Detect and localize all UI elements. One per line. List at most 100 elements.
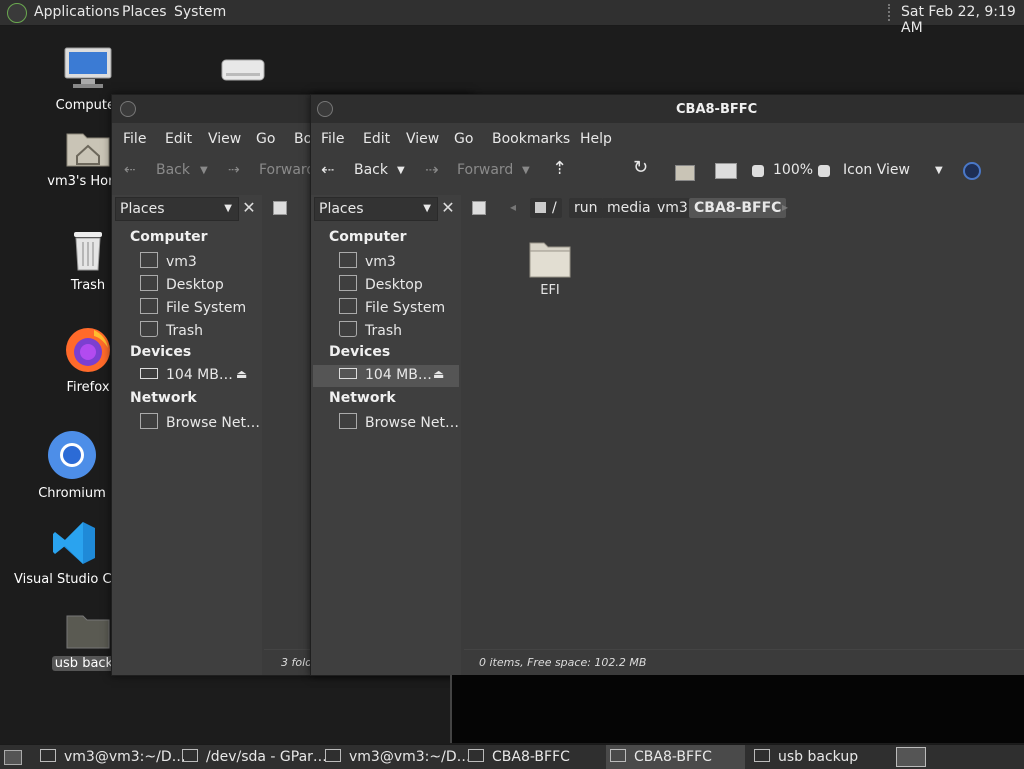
close-sidebar-button[interactable]: ✕ xyxy=(240,198,258,218)
close-sidebar-button[interactable]: ✕ xyxy=(439,198,457,218)
home-icon[interactable] xyxy=(675,165,695,181)
path-vm3[interactable]: vm3 xyxy=(652,198,693,218)
desktop-icon-chromium[interactable]: Chromium xyxy=(24,430,120,501)
vscode-icon xyxy=(53,522,95,564)
back-button[interactable]: Back xyxy=(156,162,190,178)
back-arrow-icon: ⇠ xyxy=(321,160,335,179)
sidebar-item-desktop[interactable]: Desktop xyxy=(339,275,423,293)
back-button[interactable]: Back xyxy=(354,162,388,178)
sidebar-item-device[interactable]: 104 MB… xyxy=(339,367,432,383)
section-network: Network xyxy=(329,390,396,406)
path-current[interactable]: CBA8-BFFC xyxy=(689,198,787,218)
path-run[interactable]: run xyxy=(569,198,603,218)
path-root[interactable]: / xyxy=(530,198,562,218)
zoom-out-icon[interactable] xyxy=(752,165,764,177)
folder-icon xyxy=(529,242,571,278)
sidebar-item-network[interactable]: Browse Net… xyxy=(140,413,260,431)
sidebar-item-label: Browse Net… xyxy=(365,415,460,431)
sidebar-item-filesystem[interactable]: File System xyxy=(339,298,445,316)
forward-history-dropdown-icon[interactable]: ▼ xyxy=(522,165,530,176)
sidebar-item-network[interactable]: Browse Net… xyxy=(339,413,459,431)
folder-icon xyxy=(610,749,626,762)
sidebar-item-desktop[interactable]: Desktop xyxy=(140,275,224,293)
content-pane xyxy=(265,195,305,649)
drive-icon xyxy=(339,368,357,379)
menu-edit[interactable]: Edit xyxy=(363,131,390,147)
workspace-switcher[interactable] xyxy=(896,747,926,767)
sidebar-item-trash[interactable]: Trash xyxy=(140,321,203,339)
sidebar-item-label: Trash xyxy=(166,323,203,339)
taskbar-item[interactable]: CBA8-BFFC xyxy=(464,745,603,769)
bottom-panel: vm3@vm3:~/D… /dev/sda - GPar… vm3@vm3:~/… xyxy=(0,744,1024,769)
menu-edit[interactable]: Edit xyxy=(165,131,192,147)
menu-help[interactable]: Help xyxy=(580,131,612,147)
sidebar-item-trash[interactable]: Trash xyxy=(339,321,402,339)
back-history-dropdown-icon[interactable]: ▼ xyxy=(397,165,405,176)
sidebar-item-label: 104 MB… xyxy=(365,367,432,383)
menu-view[interactable]: View xyxy=(208,131,241,147)
desktop-icon-label: Chromium xyxy=(38,486,106,501)
places-combo[interactable]: Places ▼ xyxy=(314,197,438,221)
computer-icon[interactable] xyxy=(715,163,737,179)
mate-logo-icon[interactable] xyxy=(7,3,27,23)
taskbar-item[interactable]: vm3@vm3:~/D… xyxy=(321,745,471,769)
back-arrow-icon: ⇠ xyxy=(124,162,136,178)
zoom-reset-icon[interactable] xyxy=(818,165,830,177)
chevron-down-icon[interactable]: ▼ xyxy=(935,165,943,176)
sidebar-item-label: File System xyxy=(365,300,446,316)
path-media[interactable]: media xyxy=(602,198,656,218)
taskbar-item[interactable]: vm3@vm3:~/D… xyxy=(36,745,186,769)
window-menu-button[interactable] xyxy=(120,101,136,117)
system-menu[interactable]: System xyxy=(174,4,226,20)
places-combo[interactable]: Places ▼ xyxy=(115,197,239,221)
section-devices: Devices xyxy=(130,344,192,360)
filesystem-icon xyxy=(140,298,158,314)
sidebar-item-home[interactable]: vm3 xyxy=(140,252,197,270)
window-menu-button[interactable] xyxy=(317,101,333,117)
clock[interactable]: Sat Feb 22, 9:19 AM xyxy=(901,4,1024,36)
drive-icon xyxy=(140,368,158,379)
sidebar-item-filesystem[interactable]: File System xyxy=(140,298,246,316)
eject-icon[interactable]: ⏏ xyxy=(236,367,247,381)
places-menu[interactable]: Places xyxy=(122,4,167,20)
taskbar-item-active[interactable]: CBA8-BFFC xyxy=(606,745,745,769)
show-desktop-icon[interactable] xyxy=(4,750,22,765)
file-item[interactable]: EFI xyxy=(522,239,578,298)
forward-button[interactable]: Forward xyxy=(457,162,513,178)
desktop-icon-drive[interactable] xyxy=(220,58,266,86)
background-terminal-area xyxy=(450,675,1024,743)
menu-go[interactable]: Go xyxy=(256,131,275,147)
file-manager-window-front[interactable]: CBA8-BFFC File Edit View Go Bookmarks He… xyxy=(310,94,1024,676)
menu-view[interactable]: View xyxy=(406,131,439,147)
reload-icon[interactable]: ↻ xyxy=(633,157,648,178)
menu-file[interactable]: File xyxy=(123,131,146,147)
location-bar: ◂ / run media vm3 CBA8-BFFC ▸ xyxy=(464,195,1024,221)
edit-location-icon[interactable] xyxy=(472,201,486,215)
menu-go[interactable]: Go xyxy=(454,131,473,147)
menu-bookmarks[interactable]: Bookmarks xyxy=(492,131,570,147)
path-scroll-left-icon[interactable]: ◂ xyxy=(510,200,516,214)
path-scroll-right-icon[interactable]: ▸ xyxy=(782,200,788,214)
taskbar-item[interactable]: usb backup xyxy=(750,745,889,769)
view-mode-select[interactable]: Icon View xyxy=(843,162,910,178)
search-icon[interactable] xyxy=(963,162,981,180)
toolbar: ⇠ Back ▼ ⇢ Forward ▼ ⇡ ↻ 100% Icon View … xyxy=(311,153,1024,242)
sidebar-item-device[interactable]: 104 MB… xyxy=(140,367,233,383)
up-arrow-icon[interactable]: ⇡ xyxy=(552,158,567,179)
sidebar-item-label: Browse Net… xyxy=(166,415,261,431)
back-history-dropdown-icon[interactable]: ▼ xyxy=(200,165,208,176)
file-view[interactable]: EFI xyxy=(464,223,1024,647)
forward-button[interactable]: Forward xyxy=(259,162,315,178)
sidebar-item-home[interactable]: vm3 xyxy=(339,252,396,270)
eject-icon[interactable]: ⏏ xyxy=(433,367,444,381)
applications-menu[interactable]: Applications xyxy=(34,4,120,20)
edit-location-icon[interactable] xyxy=(273,201,287,215)
window-titlebar[interactable]: CBA8-BFFC xyxy=(311,95,1024,123)
zoom-level[interactable]: 100% xyxy=(773,162,813,178)
taskbar-item[interactable]: /dev/sda - GPar… xyxy=(178,745,327,769)
network-icon xyxy=(140,413,158,429)
menu-file[interactable]: File xyxy=(321,131,344,147)
firefox-icon xyxy=(66,328,110,372)
menu-bar: File Edit View Go Bookmarks Help xyxy=(311,125,1024,151)
trash-icon xyxy=(339,321,357,337)
